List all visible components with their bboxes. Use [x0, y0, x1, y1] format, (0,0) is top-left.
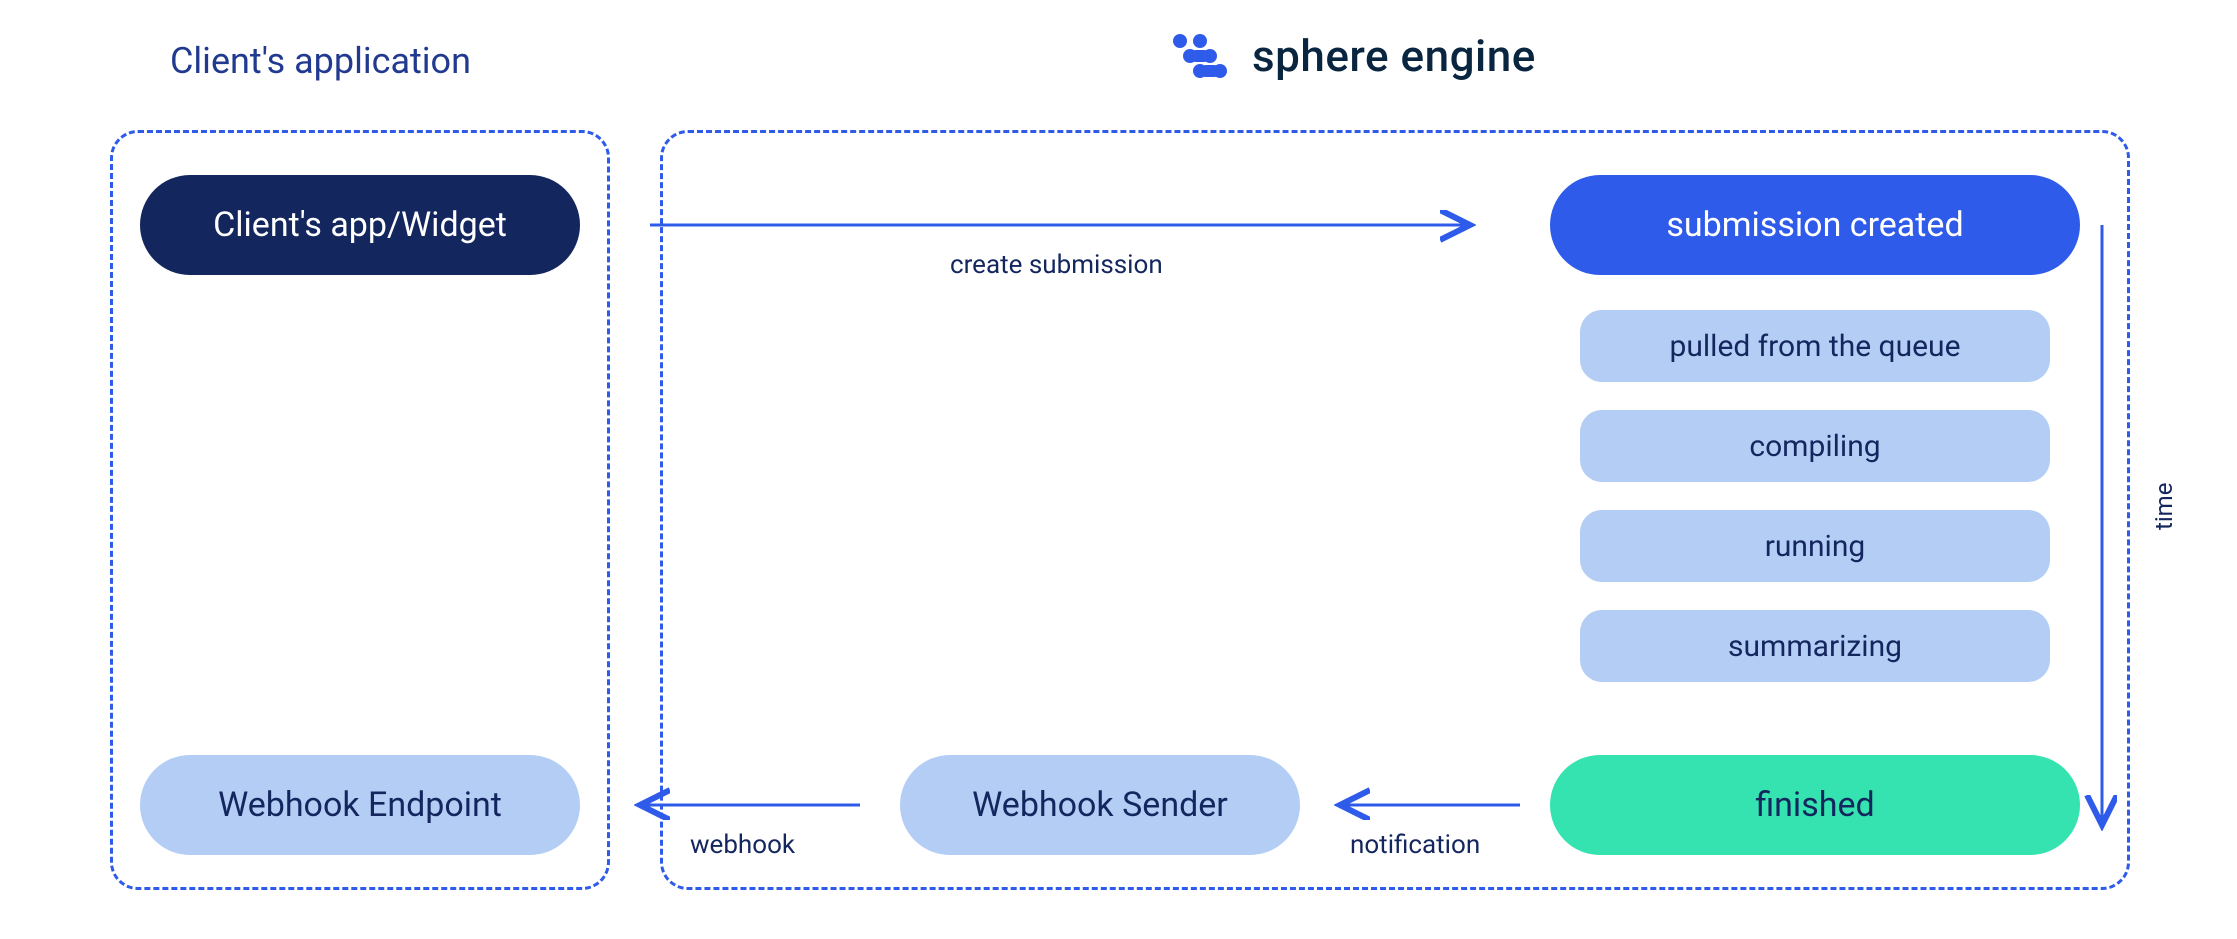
arrow-label-time: time — [2150, 483, 2178, 530]
client-application-title: Client's application — [170, 40, 471, 82]
arrow-time — [2090, 225, 2120, 835]
brand-text: sphere engine — [1252, 30, 1536, 82]
webhook-endpoint-node: Webhook Endpoint — [140, 755, 580, 855]
webhook-sender-node: Webhook Sender — [900, 755, 1300, 855]
stage-node: compiling — [1580, 410, 2050, 482]
stage-node: summarizing — [1580, 610, 2050, 682]
arrow-label-webhook: webhook — [690, 830, 795, 860]
arrow-label-create-submission: create submission — [950, 250, 1163, 280]
arrow-webhook — [630, 793, 870, 823]
arrow-create-submission — [650, 213, 1480, 243]
sphere-engine-logo-icon — [1170, 31, 1234, 81]
client-app-widget-node: Client's app/Widget — [140, 175, 580, 275]
brand: sphere engine — [1170, 30, 1536, 82]
arrow-label-notification: notification — [1350, 830, 1480, 860]
submission-created-node: submission created — [1550, 175, 2080, 275]
finished-node: finished — [1550, 755, 2080, 855]
stage-node: pulled from the queue — [1580, 310, 2050, 382]
arrow-notification — [1330, 793, 1530, 823]
stage-node: running — [1580, 510, 2050, 582]
